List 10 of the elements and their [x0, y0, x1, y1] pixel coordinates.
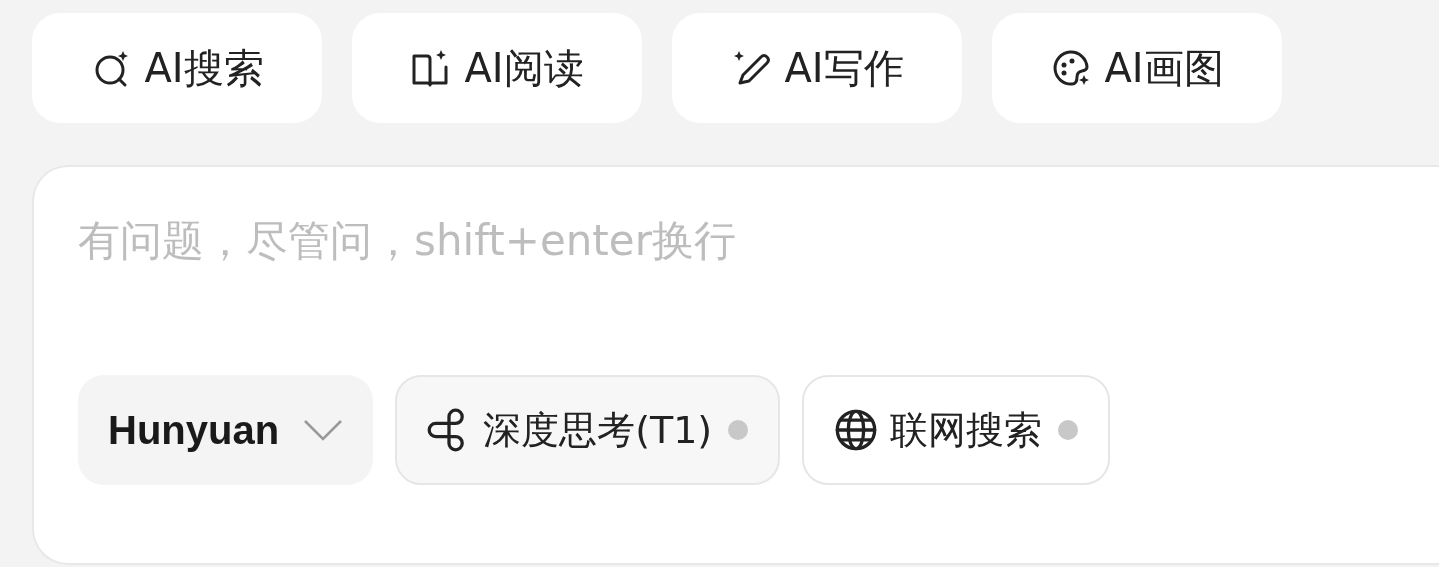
feature-toggle[interactable]: 联网搜索: [802, 375, 1111, 485]
question-input[interactable]: 有问题，尽管问，shift+enter换行: [78, 211, 1178, 271]
chevron-down-icon: [303, 419, 344, 441]
ai-tool-button[interactable]: AI写作: [672, 13, 962, 123]
globe-icon: [834, 408, 879, 452]
ai-tool-button[interactable]: AI画图: [992, 13, 1282, 123]
feature-toggle[interactable]: 深度思考(T1): [395, 375, 781, 485]
ai-tool-button[interactable]: AI阅读: [352, 13, 642, 123]
ai-tool-button[interactable]: AI搜索: [32, 13, 322, 123]
model-dropdown[interactable]: Hunyuan: [78, 375, 374, 485]
